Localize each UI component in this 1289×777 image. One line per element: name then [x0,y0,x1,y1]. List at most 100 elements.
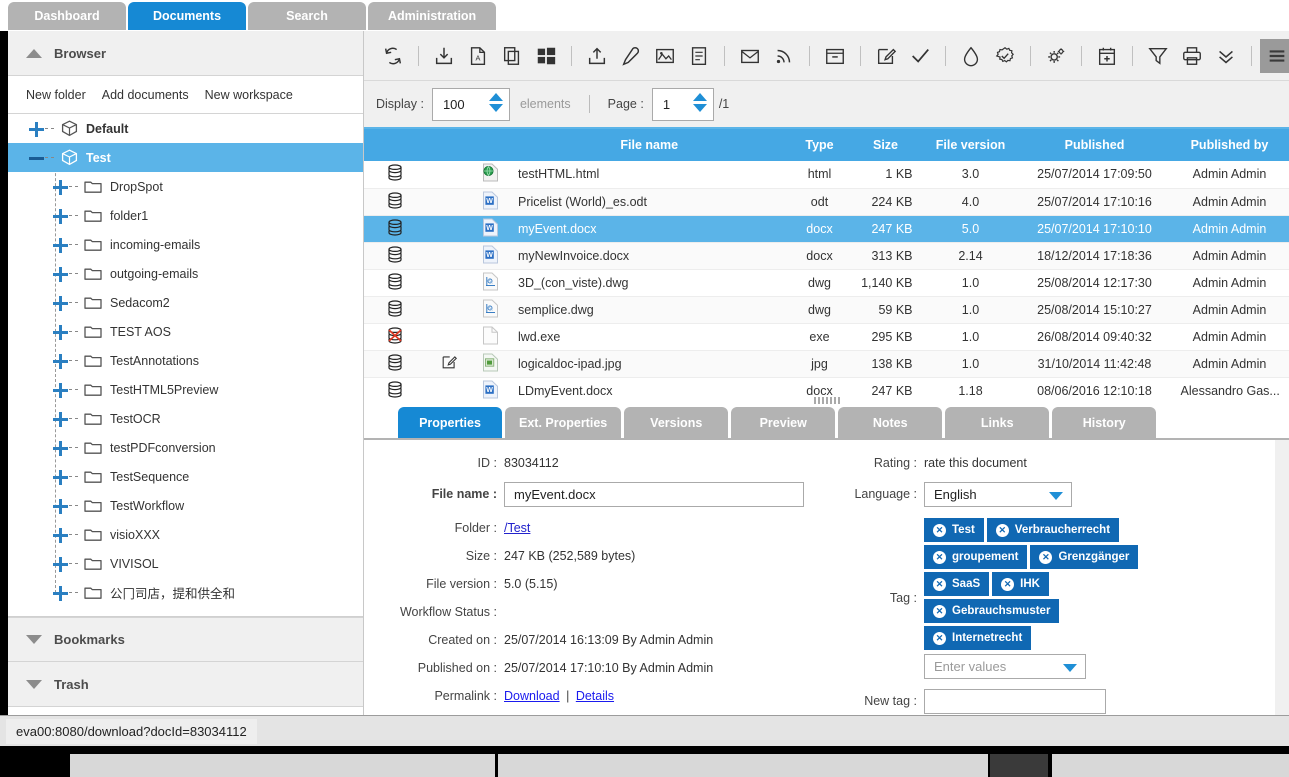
print-icon[interactable] [1175,39,1209,73]
bookmarks-section-header[interactable]: Bookmarks [8,617,363,662]
browser-action-new-folder[interactable]: New folder [26,88,86,102]
trash-section-header[interactable]: Trash [8,662,363,707]
image-icon[interactable] [648,39,682,73]
detail-tab-ext-properties[interactable]: Ext. Properties [505,407,622,438]
filter-icon[interactable] [1141,39,1175,73]
detail-tab-preview[interactable]: Preview [731,407,836,438]
tag-chip[interactable]: ✕ Grenzgänger [1030,545,1139,569]
remove-tag-icon[interactable]: ✕ [933,577,946,591]
tree-node-testocr[interactable]: TestOCR [8,404,363,433]
document-icon[interactable] [682,39,716,73]
taskbar-item[interactable] [1052,754,1289,777]
expand-plus-icon[interactable] [52,382,68,398]
download-icon[interactable] [427,39,461,73]
col-publishedby[interactable]: Published by [1170,129,1289,161]
tree-node-test[interactable]: Test [8,143,363,172]
tag-chip[interactable]: ✕ SaaS [924,572,990,596]
main-tab-administration[interactable]: Administration [368,2,497,30]
remove-tag-icon[interactable]: ✕ [933,631,946,645]
tree-node-test-aos[interactable]: TEST AOS [8,317,363,346]
remove-tag-icon[interactable]: ✕ [933,604,946,618]
detail-tab-notes[interactable]: Notes [838,407,943,438]
expand-plus-icon[interactable] [52,237,68,253]
col-indicator[interactable] [426,129,473,161]
windows-icon[interactable] [529,39,563,73]
main-tab-dashboard[interactable]: Dashboard [8,2,126,30]
stepper-up-icon[interactable] [488,92,503,101]
grid-row[interactable]: 3D_(con_viste).dwg dwg 1,140 KB 1.0 25/08/20… [364,269,1289,297]
col-size[interactable]: Size [848,129,923,161]
detail-tab-properties[interactable]: Properties [398,407,502,438]
grid-row[interactable]: W Pricelist (World)_es.odt odt 224 KB 4.0 25/… [364,188,1289,216]
permalink-details-link[interactable]: Details [576,689,614,703]
taskbar-item-active[interactable] [990,754,1048,777]
expand-plus-icon[interactable] [52,527,68,543]
folder-link[interactable]: /Test [504,519,530,538]
eyedropper-icon[interactable] [614,39,648,73]
grid-row[interactable]: logicaldoc-ipad.jpg jpg 138 KB 1.0 31/10/201… [364,350,1289,378]
grid-row[interactable]: testHTML.html html 1 KB 3.0 25/07/2014 17:09… [364,161,1289,189]
upload-icon[interactable] [580,39,614,73]
remove-tag-icon[interactable]: ✕ [933,550,946,564]
edit-icon[interactable] [869,39,903,73]
detail-tab-links[interactable]: Links [945,407,1050,438]
tag-chip[interactable]: ✕ Verbraucherrecht [986,518,1120,542]
remove-tag-icon[interactable]: ✕ [1039,550,1053,564]
refresh-icon[interactable] [376,39,410,73]
grid-row[interactable]: lwd.exe exe 295 KB 1.0 26/08/2014 09:40:32 Ad… [364,323,1289,351]
expand-plus-icon[interactable] [52,556,68,572]
display-count-input[interactable]: 100 [431,87,510,121]
expand-plus-icon[interactable] [52,411,68,427]
main-tab-documents[interactable]: Documents [128,2,246,30]
checkmark-icon[interactable] [903,39,937,73]
main-tab-search[interactable]: Search [248,2,366,30]
expand-plus-icon[interactable] [52,295,68,311]
expand-plus-icon[interactable] [52,324,68,340]
col-fileversion[interactable]: File version [922,129,1019,161]
rss-icon[interactable] [767,39,801,73]
rating-value[interactable]: rate this document [924,454,1027,473]
collapse-minus-icon[interactable] [28,150,44,166]
permalink-download-link[interactable]: Download [504,689,560,703]
tag-chip[interactable]: ✕ Gebrauchsmuster [924,599,1060,623]
col-published[interactable]: Published [1018,129,1171,161]
browser-action-new-workspace[interactable]: New workspace [205,88,293,102]
tree-node-folder1[interactable]: folder1 [8,201,363,230]
remove-tag-icon[interactable]: ✕ [1001,577,1015,591]
expand-plus-icon[interactable] [52,179,68,195]
grid-row[interactable]: WmyEvent.docx docx 247 KB 5.0 25/07/2014 17:… [364,215,1289,243]
tree-node-testannotations[interactable]: TestAnnotations [8,346,363,375]
tree-node-testworkflow[interactable]: TestWorkflow [8,491,363,520]
copy-icon[interactable] [495,39,529,73]
expand-plus-icon[interactable] [52,469,68,485]
expand-plus-icon[interactable] [52,585,68,601]
filename-input[interactable]: myEvent.docx [504,482,804,507]
tree-node-incoming-emails[interactable]: incoming-emails [8,230,363,259]
tree-node-testsequence[interactable]: TestSequence [8,462,363,491]
grid-row[interactable]: WmyNewInvoice.docx docx 313 KB 2.14 18/12/20… [364,242,1289,270]
expand-plus-icon[interactable] [52,208,68,224]
tag-chip[interactable]: ✕ IHK [992,572,1049,596]
page-stepper[interactable] [692,92,707,112]
col-lock[interactable] [364,129,427,161]
settings-gears-icon[interactable] [1039,39,1073,73]
list-view-icon[interactable] [1260,38,1289,73]
expand-plus-icon[interactable] [52,498,68,514]
language-select[interactable]: English [924,482,1072,507]
archive-icon[interactable] [818,39,852,73]
expand-plus-icon[interactable] [52,440,68,456]
email-icon[interactable] [733,39,767,73]
newtag-input[interactable] [924,689,1106,714]
remove-tag-icon[interactable]: ✕ [995,523,1009,537]
tree-node-[interactable]: 公冂司店，提和供全和 [8,578,363,607]
detail-tab-versions[interactable]: Versions [624,407,729,438]
detail-tab-history[interactable]: History [1052,407,1157,438]
grid-resize-grip[interactable] [813,397,840,404]
tag-chip[interactable]: ✕ groupement [924,545,1028,569]
expand-plus-icon[interactable] [28,121,44,137]
page-number-input[interactable]: 1 [651,87,714,121]
stepper-down-icon[interactable] [488,103,503,112]
taskbar-item[interactable] [498,754,988,777]
tree-node-dropspot[interactable]: DropSpot [8,172,363,201]
tag-select[interactable]: Enter values [924,654,1086,679]
